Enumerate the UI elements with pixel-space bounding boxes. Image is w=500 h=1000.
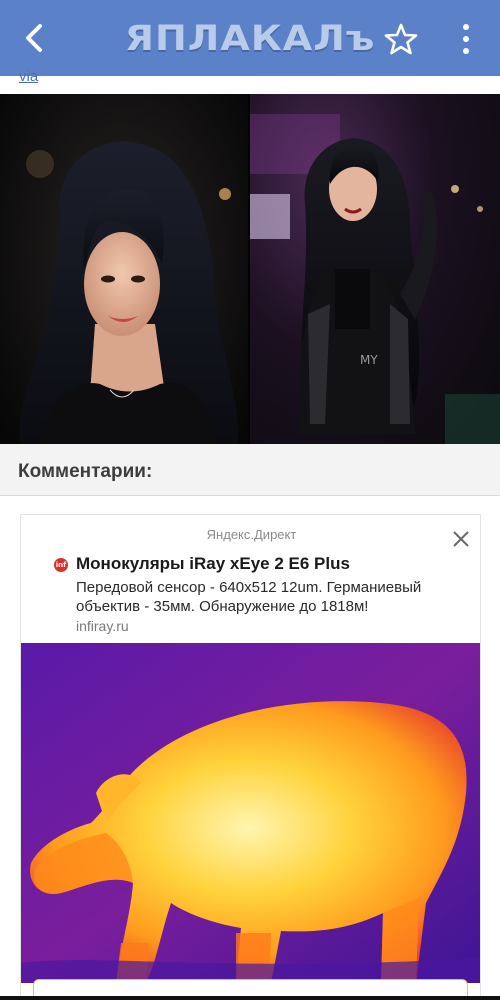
more-menu-button[interactable] <box>452 20 480 58</box>
ad-favicon-icon: inf <box>54 558 68 572</box>
star-outline-icon <box>384 23 418 55</box>
comments-title: Комментарии: <box>18 461 153 482</box>
post-photos: MY <box>0 94 500 444</box>
ad-close-button[interactable] <box>449 527 473 551</box>
back-button[interactable] <box>16 20 52 56</box>
favorite-button[interactable] <box>384 22 418 56</box>
ad-title-link[interactable]: Монокуляры iRay xEye 2 E6 Plus <box>76 554 350 574</box>
logo-text: ЯПЛАКАЛъ <box>124 17 376 59</box>
ad-description: Передовой сенсор - 640x512 12um. Германи… <box>76 579 422 615</box>
more-dot <box>463 24 469 30</box>
navigation-bar-strip <box>0 996 500 1000</box>
portrait-illustration-left <box>19 141 239 444</box>
ad-source-label: Яндекс.Директ <box>206 527 297 542</box>
via-link[interactable]: via <box>19 68 38 85</box>
ad-domain[interactable]: infiray.ru <box>76 618 129 634</box>
comments-header: Комментарии: <box>0 444 500 496</box>
svg-text:MY: MY <box>360 353 378 367</box>
close-icon <box>453 531 469 547</box>
ad-card[interactable]: Яндекс.Директ inf Монокуляры iRay xEye 2… <box>20 514 481 1000</box>
post-photo-left[interactable] <box>0 94 248 444</box>
portrait-illustration-right: MY <box>250 114 500 444</box>
back-arrow-icon <box>26 24 42 52</box>
page: ЯПЛАКАЛъ via MY Комментарии: Яндекс.Дире… <box>0 0 500 1000</box>
more-dot <box>463 48 469 54</box>
more-dot <box>463 36 469 42</box>
post-photo-right[interactable]: MY <box>250 94 500 444</box>
top-app-bar: ЯПЛАКАЛъ <box>0 0 500 76</box>
site-logo[interactable]: ЯПЛАКАЛъ <box>125 14 375 62</box>
thermal-boar-illustration <box>21 643 480 983</box>
ad-thermal-image[interactable] <box>21 643 480 983</box>
